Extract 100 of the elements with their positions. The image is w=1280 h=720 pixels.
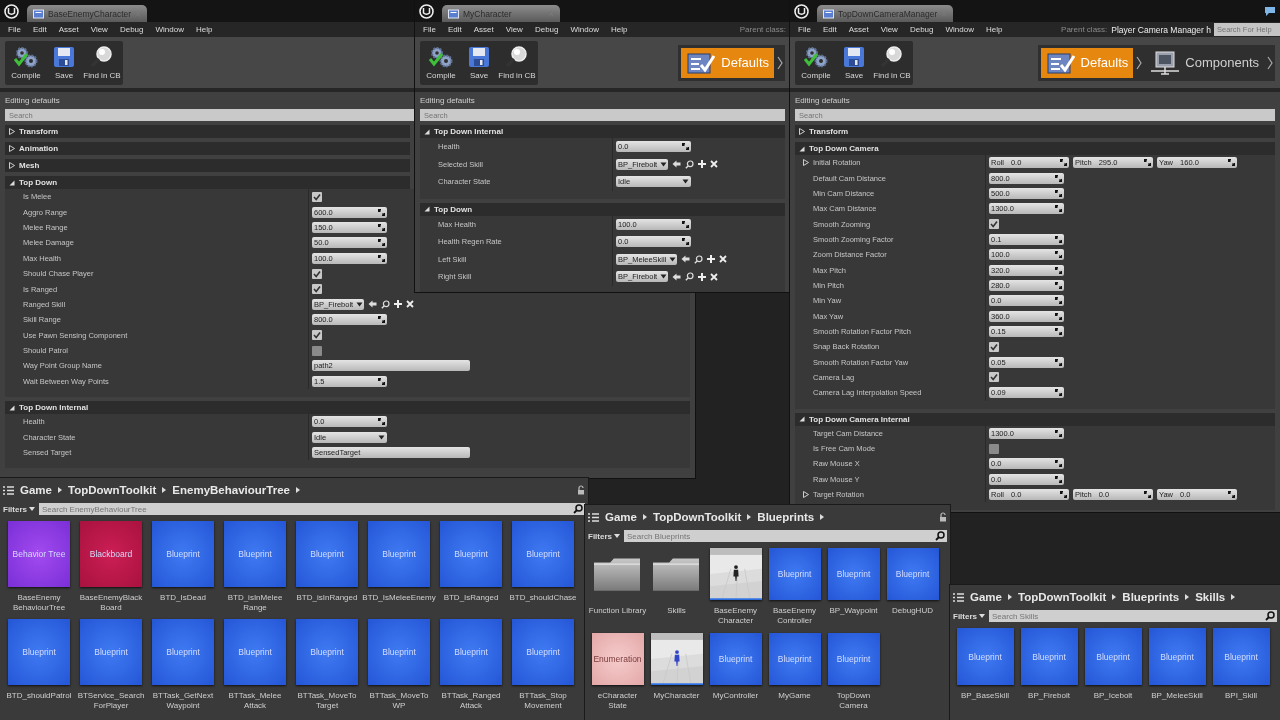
category-header[interactable]: Top Down [5,176,410,189]
breadcrumb[interactable]: TopDownToolkit [1017,591,1107,603]
search-icon [573,504,583,514]
asset-thumbnail[interactable]: Blueprint [768,633,821,685]
asset-thumbnail[interactable]: Blueprint [886,548,939,600]
menu-item[interactable]: Debug [113,25,150,34]
list-icon [588,512,599,522]
breadcrumb[interactable]: Game [970,591,1002,603]
resize-icon [1055,251,1062,259]
filters-dropdown[interactable]: Filters [953,611,985,621]
toolbar-button[interactable]: Compile [797,42,835,83]
toolbar-button[interactable]: Save [460,42,498,83]
toolbar-button[interactable]: Save [45,42,83,83]
checkbox[interactable] [312,191,322,202]
category-header[interactable]: Top Down [420,202,785,216]
category-header[interactable]: Top Down Camera [795,142,1275,155]
asset-thumbnail[interactable]: Blueprint [827,548,880,600]
search-icon[interactable] [694,254,704,264]
checkbox[interactable] [312,330,322,341]
asset-thumbnail[interactable]: Blackboard [80,521,142,587]
toolbar-button[interactable]: Save [835,42,873,83]
category-header[interactable]: Top Down Camera Internal [795,412,1275,426]
breadcrumb[interactable]: TopDownToolkit [67,484,157,496]
asset-thumbnail[interactable]: Behavior Tree [8,521,70,587]
expand-arrow-icon [9,145,15,152]
arrow-left-icon[interactable] [672,160,682,169]
checkbox[interactable] [989,341,999,352]
toolbar-button[interactable]: Find in CB [83,42,121,83]
toolbar-button[interactable]: Find in CB [498,42,536,83]
checkbox[interactable] [312,268,322,279]
breadcrumb[interactable]: Game [20,484,52,496]
toolbar-button[interactable]: Find in CB [873,42,911,83]
checkbox[interactable] [989,372,999,383]
asset-thumbnail[interactable]: Blueprint [709,633,762,685]
breadcrumb[interactable]: Game [605,511,637,523]
plus-icon[interactable] [698,272,707,281]
breadcrumb[interactable]: EnemyBehaviourTree [172,484,290,496]
mode-button[interactable]: Components [1145,47,1264,78]
plus-icon[interactable] [707,255,716,264]
menu-item[interactable]: View [499,25,529,34]
search-icon[interactable] [685,272,695,282]
resize-icon [682,238,689,246]
menu-item[interactable]: File [417,25,442,34]
menu-item[interactable]: Edit [441,25,468,34]
search-icon[interactable] [381,299,391,309]
asset-name: Skills [667,606,686,616]
plus-icon[interactable] [394,300,403,309]
category-header[interactable]: Transform [795,125,1275,138]
menu-item[interactable]: Help [189,25,219,34]
plus-icon[interactable] [698,160,707,169]
filters-dropdown[interactable]: Filters [3,504,35,514]
checkbox[interactable] [312,284,322,295]
menu-item[interactable]: Asset [467,25,500,34]
asset-thumbnail[interactable]: Blueprint [827,633,880,685]
breadcrumb[interactable]: Blueprints [757,511,815,523]
menu-item[interactable]: Edit [26,25,53,34]
category-header[interactable]: Mesh [5,159,410,172]
lock-icon[interactable] [939,512,947,522]
menu-item[interactable]: Window [564,25,605,34]
menu-item[interactable]: Debug [528,25,565,34]
menu-item[interactable]: Asset [842,25,875,34]
menu-item[interactable]: Window [149,25,190,34]
lock-icon[interactable] [577,485,585,495]
breadcrumb[interactable]: Blueprints [1122,591,1180,603]
menu-item[interactable]: Edit [816,25,843,34]
menu-item[interactable]: Asset [52,25,85,34]
toolbar-button[interactable]: Compile [7,42,45,83]
menu-item[interactable]: Help [604,25,634,34]
category-header[interactable]: Transform [5,125,410,138]
menu-item[interactable]: File [792,25,817,34]
search-field[interactable]: Search EnemyBehaviourTree [39,503,585,515]
category-header[interactable]: Top Down Internal [5,401,690,415]
checkbox[interactable] [312,345,322,356]
search-icon[interactable] [685,159,695,169]
parent-class-link[interactable]: Player Camera Manager h [1111,24,1211,35]
arrow-left-icon[interactable] [368,300,378,309]
search-field[interactable]: Search Blueprints [624,530,947,542]
breadcrumb[interactable]: Skills [1195,591,1226,603]
checkbox[interactable] [989,219,999,230]
resize-icon [682,220,689,228]
asset-name: BTD_shouldChase [509,593,577,603]
menu-item[interactable]: File [2,25,27,34]
filters-dropdown[interactable]: Filters [588,531,620,541]
menu-item[interactable]: Help [979,25,1009,34]
asset-thumbnail[interactable]: Enumeration [591,633,644,685]
asset-thumbnail[interactable]: Blueprint [768,548,821,600]
expand-arrow-icon [9,128,15,135]
menu-item[interactable]: View [84,25,114,34]
menu-item[interactable]: View [874,25,904,34]
category-header[interactable]: Top Down Internal [420,125,785,138]
menu-item[interactable]: Window [939,25,980,34]
asset-name: BaseEnemy BehaviourTree [11,593,67,613]
panel-title: Editing defaults [795,96,850,105]
search-field[interactable]: Search Skills [989,610,1277,622]
category-header[interactable]: Animation [5,142,410,155]
breadcrumb[interactable]: TopDownToolkit [652,511,742,523]
toolbar-button[interactable]: Compile [422,42,460,83]
checkbox[interactable] [989,443,999,454]
speech-bubble-icon[interactable] [1264,5,1276,17]
menu-item[interactable]: Debug [903,25,940,34]
